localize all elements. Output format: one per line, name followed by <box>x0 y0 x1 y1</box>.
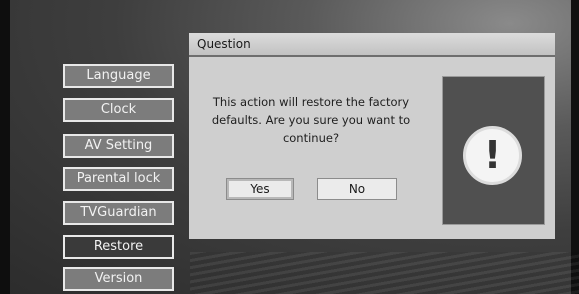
exclamation-glyph: ! <box>483 133 502 177</box>
dialog-message-line-3: continue? <box>282 131 340 145</box>
background-texture <box>190 252 579 294</box>
screen-bezel-right <box>571 0 579 294</box>
menu-item-tvguardian[interactable]: TVGuardian <box>63 201 174 225</box>
dialog-message: This action will restore the factory def… <box>195 93 427 147</box>
menu-item-av-setting[interactable]: AV Setting <box>63 134 174 158</box>
dialog-message-line-1: This action will restore the factory <box>212 95 410 109</box>
yes-button[interactable]: Yes <box>226 178 294 200</box>
screen-bezel-left <box>0 0 10 294</box>
menu-item-restore[interactable]: Restore <box>63 235 174 259</box>
exclamation-icon: ! <box>463 126 522 185</box>
menu-item-clock[interactable]: Clock <box>63 98 174 122</box>
menu-item-version[interactable]: Version <box>63 267 174 291</box>
menu-item-parental-lock[interactable]: Parental lock <box>63 167 174 191</box>
tv-setup-screen: Language Clock AV Setting Parental lock … <box>0 0 579 294</box>
dialog-title: Question <box>189 33 555 57</box>
icon-panel: ! <box>442 76 545 225</box>
menu-item-language[interactable]: Language <box>63 64 174 88</box>
dialog-message-line-2: defaults. Are you sure you want to <box>211 113 411 127</box>
question-dialog: Question This action will restore the fa… <box>189 33 555 239</box>
no-button[interactable]: No <box>317 178 397 200</box>
